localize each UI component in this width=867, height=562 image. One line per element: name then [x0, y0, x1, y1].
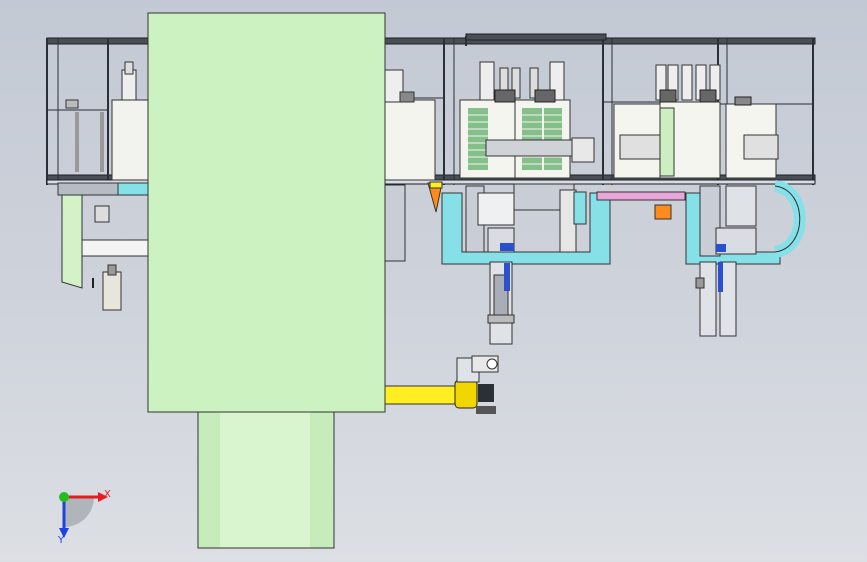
right-module [596, 64, 806, 337]
x-axis-label: X [104, 489, 111, 500]
cad-model-view[interactable]: X Y [0, 0, 867, 562]
cad-viewport[interactable]: X Y [0, 0, 867, 562]
middle-module [384, 69, 443, 262]
orientation-triad: X Y [57, 489, 111, 546]
left-module [57, 61, 149, 311]
y-axis-label: Y [57, 535, 65, 546]
gripper-arm [384, 355, 499, 414]
origin-marker [59, 492, 69, 502]
highlighted-body[interactable] [147, 12, 386, 549]
center-module [441, 61, 611, 345]
